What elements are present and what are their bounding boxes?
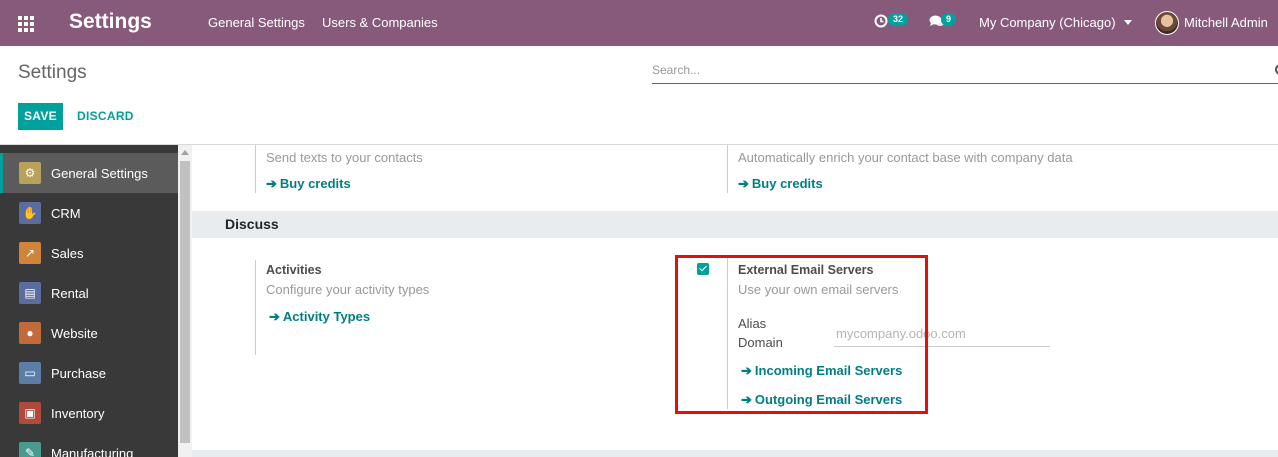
box-icon: ▣ [19,402,41,424]
save-button[interactable]: SAVE [18,103,63,130]
sidebar-item-general-settings[interactable]: ⚙ General Settings [0,153,178,193]
settings-sidebar: ⚙ General Settings ✋ CRM ↗ Sales ▤ Renta… [0,145,178,457]
activity-badge: 32 [888,13,909,26]
search-input[interactable] [652,58,1278,82]
top-navbar: Settings General Settings Users & Compan… [0,0,1278,46]
divider [727,145,728,193]
card-icon: ▭ [19,362,41,384]
app-title: Settings [69,10,152,33]
highlight-box [675,255,928,414]
sidebar-item-crm[interactable]: ✋ CRM [0,193,178,233]
sidebar-item-label: General Settings [51,165,148,181]
chevron-down-icon [1123,20,1132,25]
setting-description: Send texts to your contacts [266,150,423,165]
search-bar [652,58,1278,84]
handshake-icon: ✋ [19,202,41,224]
calendar-icon: ▤ [19,282,41,304]
sidebar-item-label: Purchase [51,365,106,381]
wrench-icon: ✎ [19,442,41,457]
sidebar-item-purchase[interactable]: ▭ Purchase [0,353,178,393]
company-name: My Company (Chicago) [979,15,1116,30]
discard-button[interactable]: DISCARD [77,103,134,130]
user-menu[interactable]: Mitchell Admin [1184,15,1268,30]
sidebar-item-label: Manufacturing [51,445,134,457]
sidebar-item-label: Inventory [51,405,105,421]
buy-credits-link[interactable]: ➔ Buy credits [266,176,351,192]
scrollbar-thumb[interactable] [180,161,190,443]
menu-general-settings[interactable]: General Settings [208,15,305,30]
scroll-up-icon[interactable] [181,150,189,155]
company-switcher[interactable]: My Company (Chicago) [979,15,1132,30]
sidebar-item-rental[interactable]: ▤ Rental [0,273,178,313]
arrow-right-icon: ➔ [738,176,749,191]
sidebar-item-inventory[interactable]: ▣ Inventory [0,393,178,433]
apps-menu-icon[interactable] [18,16,35,32]
sidebar-scrollbar[interactable] [178,145,192,457]
setting-title: Activities [266,263,322,277]
sidebar-item-website[interactable]: ● Website [0,313,178,353]
clock-icon [874,14,888,28]
menu-users-companies[interactable]: Users & Companies [322,15,438,30]
sidebar-item-label: Rental [51,285,89,301]
section-header: Discuss [192,211,1278,238]
buy-credits-link[interactable]: ➔ Buy credits [738,176,823,192]
divider [255,260,256,355]
sidebar-item-label: Sales [51,245,84,261]
activity-types-link[interactable]: ➔ Activity Types [269,309,370,325]
arrow-right-icon: ➔ [269,309,280,324]
section-title: Discuss [225,216,279,232]
setting-description: Automatically enrich your contact base w… [738,150,1073,165]
globe-icon: ● [19,322,41,344]
sidebar-item-label: Website [51,325,98,341]
sidebar-item-label: CRM [51,205,81,221]
section-header [192,450,1278,457]
avatar[interactable] [1155,11,1179,35]
setting-description: Configure your activity types [266,282,430,297]
activity-button[interactable] [874,14,888,33]
chart-icon: ↗ [19,242,41,264]
divider [255,145,256,193]
sidebar-item-manufacturing[interactable]: ✎ Manufacturing [0,433,178,457]
gear-icon: ⚙ [19,162,41,184]
sidebar-item-sales[interactable]: ↗ Sales [0,233,178,273]
messages-badge: 9 [941,13,957,26]
breadcrumb-title: Settings [18,62,87,83]
arrow-right-icon: ➔ [266,176,277,191]
